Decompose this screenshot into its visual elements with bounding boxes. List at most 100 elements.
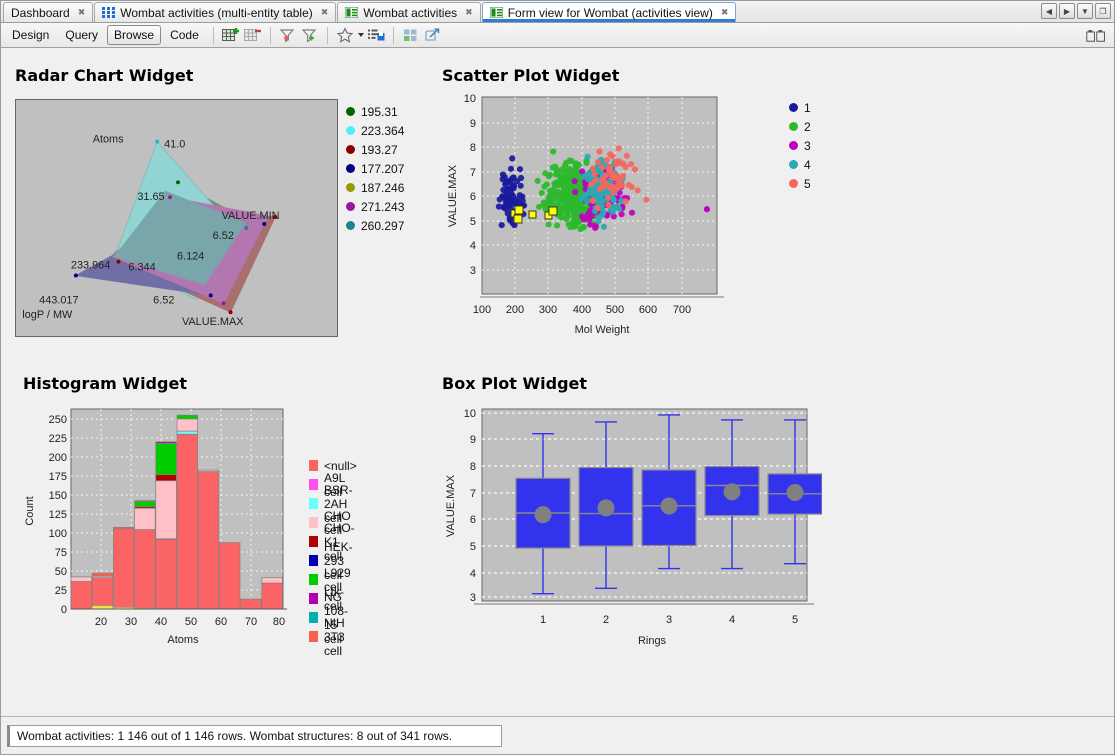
legend-item: 177.207 [346, 159, 436, 178]
chevron-down-icon[interactable] [357, 33, 364, 37]
legend-item: 5 [789, 174, 811, 193]
remove-table-icon[interactable] [243, 26, 263, 45]
svg-text:5: 5 [470, 216, 476, 228]
legend-label: 3 [804, 138, 811, 153]
tab-wombat-activities-multi-entity-table[interactable]: Wombat activities (multi-entity table) ✖ [94, 2, 337, 22]
tab-bar-controls: ◀ ▶ ▼ ❐ [1041, 3, 1111, 19]
legend-label: 1 [804, 100, 811, 115]
legend-color-swatch [346, 107, 355, 116]
tab-label: Wombat activities (multi-entity table) [120, 5, 313, 20]
scatter-plot-plot[interactable]: 100 200 300 400 500 600 700 10 9 8 7 6 5 4 3 Mol … [442, 91, 782, 341]
tab-wombat-activities[interactable]: Wombat activities ✖ [337, 2, 481, 22]
save-list-icon[interactable] [366, 26, 386, 45]
close-icon[interactable]: ✖ [721, 7, 729, 18]
svg-text:4: 4 [470, 240, 476, 252]
legend-label: 193.27 [361, 142, 398, 157]
close-icon[interactable]: ✖ [321, 7, 329, 18]
legend-color-swatch [346, 202, 355, 211]
svg-text:300: 300 [539, 304, 557, 316]
svg-text:5: 5 [470, 541, 476, 553]
legend-color-swatch [789, 141, 798, 150]
radar-chart-title: Radar Chart Widget [15, 66, 194, 85]
tab-label: Form view for Wombat (activities view) [507, 5, 713, 20]
radar-value-label: 41.0 [164, 139, 185, 151]
radar-value-label: 31.65 [137, 191, 164, 203]
legend-item: 187.246 [346, 178, 436, 197]
mode-button-browse[interactable]: Browse [107, 25, 162, 45]
svg-text:1: 1 [540, 614, 546, 626]
svg-text:150: 150 [49, 490, 67, 502]
status-bar-area: Wombat activities: 1 146 out of 1 146 ro… [1, 716, 1114, 754]
legend-color-swatch [309, 631, 318, 642]
radar-chart-plot[interactable]: Atoms VALUE.MIN VALUE.MAX logP / MW 41.0… [15, 99, 338, 337]
svg-text:700: 700 [673, 304, 691, 316]
legend-color-swatch [309, 517, 318, 528]
toolbar-separator [392, 26, 394, 44]
radar-value-label: 233.964 [71, 260, 110, 272]
favorites-star-icon[interactable] [335, 26, 355, 45]
radar-value-label: 6.344 [128, 262, 155, 274]
restore-window-button[interactable]: ❐ [1095, 3, 1111, 19]
legend-label: 260.297 [361, 218, 405, 233]
legend-label: 271.243 [361, 199, 405, 214]
svg-text:3: 3 [470, 265, 476, 277]
close-icon[interactable]: ✖ [78, 7, 86, 18]
legend-color-swatch [346, 126, 355, 135]
legend-label: 4 [804, 157, 811, 172]
legend-item: 3 [789, 136, 811, 155]
legend-color-swatch [309, 555, 318, 566]
toolbar-separator [212, 26, 214, 44]
toolbar-separator [326, 26, 328, 44]
boxplot-x-axis-title: Rings [638, 635, 667, 647]
legend-color-swatch [789, 179, 798, 188]
svg-text:25: 25 [55, 585, 67, 597]
legend-label: 187.246 [361, 180, 405, 195]
radar-value-label: 6.124 [177, 251, 204, 263]
legend-color-swatch [789, 160, 798, 169]
mode-button-query[interactable]: Query [58, 25, 105, 45]
tab-form-view-for-wombat[interactable]: Form view for Wombat (activities view) ✖ [481, 2, 737, 22]
scroll-tabs-left-button[interactable]: ◀ [1041, 3, 1057, 19]
scroll-tabs-right-button[interactable]: ▶ [1059, 3, 1075, 19]
svg-text:4: 4 [470, 568, 476, 580]
svg-text:2: 2 [603, 614, 609, 626]
legend-color-swatch [789, 122, 798, 131]
status-bar: Wombat activities: 1 146 out of 1 146 ro… [7, 724, 502, 747]
tab-label: Wombat activities [363, 5, 458, 20]
close-icon[interactable]: ✖ [465, 7, 473, 18]
svg-text:6: 6 [470, 514, 476, 526]
legend-color-swatch [309, 479, 318, 490]
scatter-plot-legend: 1 2 3 4 5 [789, 98, 811, 193]
dual-panel-icon[interactable] [1086, 26, 1106, 45]
svg-text:70: 70 [245, 616, 257, 628]
mode-button-design[interactable]: Design [5, 25, 56, 45]
legend-label: 195.31 [361, 104, 398, 119]
svg-text:5: 5 [792, 614, 798, 626]
filter-add-icon[interactable] [300, 26, 320, 45]
export-icon[interactable] [423, 26, 443, 45]
svg-text:200: 200 [49, 452, 67, 464]
histogram-widget: Histogram Widget 0 25 50 75 100 125 150 … [23, 374, 357, 658]
legend-item: NIH 3T3 cell [309, 616, 357, 658]
radar-axis-label-atoms: Atoms [93, 134, 124, 146]
box-plot-plot[interactable]: 10 9 8 7 6 5 4 3 1 2 3 4 5 Rings VALUE.MAX [442, 401, 822, 651]
legend-item: 4 [789, 155, 811, 174]
tab-list-dropdown-button[interactable]: ▼ [1077, 3, 1093, 19]
histogram-plot[interactable]: 0 25 50 75 100 125 150 175 200 225 250 20 30 40 5… [23, 401, 323, 651]
svg-text:50: 50 [185, 616, 197, 628]
svg-text:60: 60 [215, 616, 227, 628]
mode-button-code[interactable]: Code [163, 25, 206, 45]
filter-clear-icon[interactable] [278, 26, 298, 45]
scatter-plot-title: Scatter Plot Widget [442, 66, 620, 85]
layout-grid-icon[interactable] [401, 26, 421, 45]
svg-text:200: 200 [506, 304, 524, 316]
legend-color-swatch [346, 164, 355, 173]
tab-dashboard[interactable]: Dashboard ✖ [3, 2, 94, 22]
legend-label: 5 [804, 176, 811, 191]
add-table-icon[interactable] [221, 26, 241, 45]
svg-text:600: 600 [639, 304, 657, 316]
toolbar: Design Query Browse Code [1, 23, 1114, 48]
legend-item: 195.31 [346, 102, 436, 121]
svg-text:8: 8 [470, 461, 476, 473]
radar-chart-legend: 195.31 223.364 193.27 177.207 187.246 27… [346, 102, 436, 235]
